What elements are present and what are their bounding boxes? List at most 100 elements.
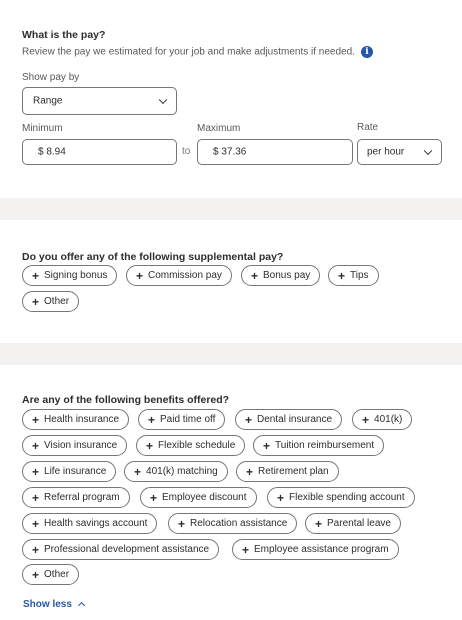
plus-icon: + (178, 516, 186, 531)
benefit-chip[interactable]: + Referral program (22, 487, 130, 508)
chip-label: 401(k) (374, 414, 403, 425)
plus-icon: + (32, 567, 40, 582)
chip-label: 401(k) matching (146, 466, 218, 477)
pay-section-title: What is the pay? (22, 29, 106, 41)
pay-subtitle-text: Review the pay we estimated for your job… (22, 46, 355, 58)
plus-icon: + (32, 438, 40, 453)
chip-label: Relocation assistance (190, 518, 288, 529)
chevron-down-icon (423, 146, 433, 156)
benefit-chip[interactable]: + Tuition reimbursement (253, 435, 385, 456)
plus-icon: + (32, 412, 40, 427)
chip-label: Employee assistance program (254, 544, 389, 555)
supplemental-chip-tips[interactable]: + Tips (328, 265, 379, 286)
benefit-chip[interactable]: +401(k) matching (124, 461, 228, 482)
plus-icon: + (362, 412, 370, 427)
show-pay-by-value: Range (33, 95, 63, 107)
plus-icon: + (242, 542, 250, 557)
chip-label: Dental insurance (257, 414, 333, 425)
show-less-link[interactable]: Show less (23, 599, 85, 610)
benefit-chip[interactable]: + Health insurance (22, 409, 130, 430)
plus-icon: + (32, 464, 40, 479)
benefit-chip[interactable]: + Vision insurance (22, 435, 128, 456)
chip-label: Paid time off (160, 414, 216, 425)
chip-label: Vision insurance (44, 440, 118, 451)
show-pay-by-label: Show pay by (22, 72, 80, 83)
benefits-options: + Health insurance + Paid time off + Dental… (22, 409, 452, 589)
supplemental-chip-other[interactable]: + Other (22, 291, 80, 312)
plus-icon: + (32, 516, 40, 531)
plus-icon: + (338, 268, 346, 283)
benefit-chip[interactable]: + Professional development assistance (22, 539, 220, 560)
plus-icon: + (32, 490, 40, 505)
chip-label: Signing bonus (44, 270, 108, 281)
plus-icon: + (246, 464, 254, 479)
plus-icon: + (146, 438, 154, 453)
benefit-chip[interactable]: +401(k) (352, 409, 413, 430)
info-icon[interactable]: i (360, 46, 373, 58)
chip-label: Other (44, 569, 70, 580)
chip-label: Professional development assistance (44, 544, 210, 555)
pay-section-subtitle: Review the pay we estimated for your job… (22, 46, 373, 58)
supplemental-chip-signing-bonus[interactable]: + Signing bonus (22, 265, 118, 286)
maximum-input[interactable]: $ 37.36 (197, 139, 353, 165)
chip-label: Flexible schedule (158, 440, 236, 451)
section-divider (0, 198, 462, 220)
plus-icon: + (277, 490, 285, 505)
minimum-input[interactable]: $ 8.94 (22, 139, 177, 165)
chip-label: Referral program (44, 492, 120, 503)
chip-label: Parental leave (327, 518, 391, 529)
chip-label: Other (44, 296, 70, 307)
rate-value: per hour (367, 146, 405, 158)
chip-label: Retirement plan (258, 466, 329, 477)
plus-icon: + (263, 438, 271, 453)
chip-label: Life insurance (44, 466, 107, 477)
plus-icon: + (148, 412, 156, 427)
chip-label: Health insurance (44, 414, 120, 425)
minimum-label: Minimum (22, 123, 63, 134)
chevron-down-icon (158, 95, 168, 105)
supplemental-title: Do you offer any of the following supple… (22, 251, 284, 263)
chevron-up-icon (77, 601, 85, 609)
to-label: to (182, 146, 191, 157)
maximum-value: $ 37.36 (213, 146, 247, 158)
benefit-chip[interactable]: + Life insurance (22, 461, 117, 482)
chip-label: Commission pay (148, 270, 222, 281)
plus-icon: + (32, 294, 40, 309)
plus-icon: + (245, 412, 253, 427)
rate-label: Rate (357, 122, 379, 133)
chip-label: Bonus pay (263, 270, 311, 281)
minimum-value: $ 8.94 (38, 146, 66, 158)
benefit-chip[interactable]: + Retirement plan (236, 461, 339, 482)
plus-icon: + (251, 268, 259, 283)
plus-icon: + (134, 464, 142, 479)
supplemental-options: + Signing bonus + Commission pay + Bonus pa… (22, 265, 452, 315)
benefit-chip[interactable]: + Flexible schedule (136, 435, 246, 456)
supplemental-chip-commission-pay[interactable]: + Commission pay (126, 265, 232, 286)
benefit-chip[interactable]: + Employee assistance program (232, 539, 399, 560)
benefit-chip[interactable]: + Health savings account (22, 513, 158, 534)
section-divider (0, 343, 462, 365)
chip-label: Tuition reimbursement (275, 440, 375, 451)
show-less-label: Show less (23, 599, 72, 610)
chip-label: Health savings account (44, 518, 148, 529)
rate-select[interactable]: per hour (357, 139, 442, 165)
benefit-chip[interactable]: + Other (22, 564, 80, 585)
chip-label: Tips (350, 270, 369, 281)
chip-label: Employee discount (162, 492, 247, 503)
benefit-chip[interactable]: + Parental leave (305, 513, 401, 534)
benefit-chip[interactable]: + Dental insurance (235, 409, 343, 430)
benefit-chip[interactable]: + Flexible spending account (267, 487, 415, 508)
benefits-title: Are any of the following benefits offere… (22, 394, 230, 406)
benefit-chip[interactable]: + Employee discount (140, 487, 257, 508)
maximum-label: Maximum (197, 123, 241, 134)
supplemental-chip-bonus-pay[interactable]: + Bonus pay (241, 265, 321, 286)
plus-icon: + (315, 516, 323, 531)
benefit-chip[interactable]: + Relocation assistance (168, 513, 298, 534)
plus-icon: + (136, 268, 144, 283)
plus-icon: + (32, 542, 40, 557)
plus-icon: + (150, 490, 158, 505)
show-pay-by-select[interactable]: Range (22, 87, 177, 115)
benefit-chip[interactable]: + Paid time off (138, 409, 226, 430)
plus-icon: + (32, 268, 40, 283)
chip-label: Flexible spending account (289, 492, 405, 503)
